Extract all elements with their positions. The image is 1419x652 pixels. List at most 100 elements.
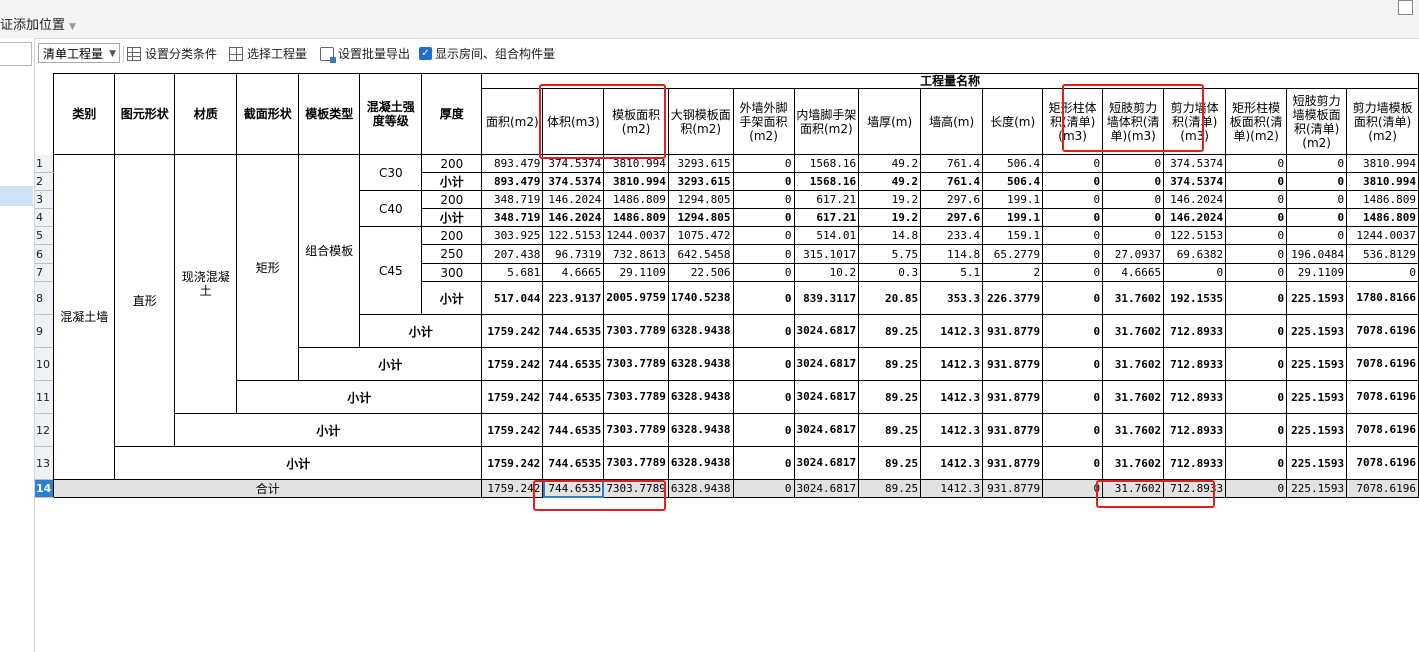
cell-value[interactable]: 617.21	[793, 208, 860, 227]
cell-value[interactable]: 223.9137	[542, 281, 605, 315]
cell-value[interactable]: 7078.6196	[1346, 314, 1419, 348]
cell-value[interactable]: 297.6	[920, 208, 984, 227]
cell-value[interactable]: 5.75	[858, 244, 922, 264]
row-number[interactable]: 3	[35, 190, 54, 209]
cell-value[interactable]: 0	[1042, 314, 1104, 348]
cell-value[interactable]: 0	[732, 190, 795, 209]
cell-value[interactable]: 0	[1042, 208, 1104, 227]
cell-value[interactable]: 225.1593	[1286, 413, 1348, 447]
cell-value[interactable]: 931.8779	[982, 413, 1044, 447]
cell-value[interactable]: 6328.9438	[667, 380, 734, 414]
cell-value[interactable]: 0	[1225, 479, 1288, 498]
cell-grade[interactable]: C30	[359, 154, 423, 191]
cell-value[interactable]: 0	[1286, 154, 1348, 173]
cell-value[interactable]: 0	[1225, 281, 1288, 315]
cell-value[interactable]: 3810.994	[1346, 172, 1419, 191]
cell-value[interactable]: 712.8933	[1163, 479, 1227, 498]
cell-value[interactable]: 514.01	[793, 226, 860, 245]
cell-value[interactable]: 31.7602	[1102, 446, 1165, 480]
cell-value[interactable]: 1740.5238	[667, 281, 734, 315]
cell-value[interactable]: 0	[1225, 314, 1288, 348]
cell-value[interactable]: 0	[1042, 479, 1104, 498]
cell-value[interactable]: 0	[1225, 172, 1288, 191]
cell-thickness-subtotal[interactable]: 小计	[421, 281, 483, 315]
cell-value[interactable]: 159.1	[982, 226, 1044, 245]
cell-value[interactable]: 3024.6817	[793, 347, 860, 381]
cell-value[interactable]: 348.719	[481, 190, 544, 209]
cell-value[interactable]: 146.2024	[542, 208, 605, 227]
cell-value[interactable]: 0	[732, 172, 795, 191]
cell-material[interactable]: 现浇混凝土	[174, 154, 238, 414]
table-row[interactable]: 13 小计 1759.242 744.6535 7303.7789 6328.9438…	[35, 446, 1419, 480]
left-pane-field[interactable]	[0, 42, 32, 66]
cell-value[interactable]: 6328.9438	[667, 347, 734, 381]
cell-value[interactable]: 0	[732, 380, 795, 414]
cell-value[interactable]: 5.681	[481, 263, 544, 282]
cell-value[interactable]: 14.8	[858, 226, 922, 245]
cell-value[interactable]: 617.21	[793, 190, 860, 209]
cell-value[interactable]: 146.2024	[1163, 208, 1227, 227]
cell-value[interactable]: 761.4	[920, 172, 984, 191]
cell-value[interactable]: 4.6665	[542, 263, 605, 282]
cell-value[interactable]: 207.438	[481, 244, 544, 264]
cell-value[interactable]: 6328.9438	[667, 314, 734, 348]
cell-value[interactable]: 1486.809	[603, 208, 669, 227]
row-number[interactable]: 11	[35, 380, 54, 414]
cell-value[interactable]: 225.1593	[1286, 446, 1348, 480]
set-category-button[interactable]: 设置分类条件	[127, 39, 217, 69]
cell-value[interactable]: 1412.3	[920, 314, 984, 348]
cell-value[interactable]: 31.7602	[1102, 281, 1165, 315]
cell-value[interactable]: 225.1593	[1286, 281, 1348, 315]
table-row[interactable]: 12 小计 1759.242 744.6535 7303.7789 6328.9438…	[35, 413, 1419, 447]
select-quantity-button[interactable]: 选择工程量	[229, 39, 307, 69]
table-row-total[interactable]: 14 合计 1759.242 744.6535 7303.7789 6328.9438…	[35, 479, 1419, 498]
cell-value[interactable]: 0	[1102, 172, 1165, 191]
cell-value[interactable]: 49.2	[858, 154, 922, 173]
cell-value[interactable]: 712.8933	[1163, 347, 1227, 381]
cell-value[interactable]: 89.25	[858, 446, 922, 480]
cell-value[interactable]: 3810.994	[603, 154, 669, 173]
cell-thickness[interactable]: 250	[421, 244, 483, 264]
cell-value[interactable]: 3810.994	[603, 172, 669, 191]
cell-value[interactable]: 506.4	[982, 154, 1044, 173]
cell-subtotal[interactable]: 小计	[359, 314, 483, 348]
row-number[interactable]: 12	[35, 413, 54, 447]
cell-value[interactable]: 89.25	[858, 413, 922, 447]
cell-value[interactable]: 19.2	[858, 190, 922, 209]
cell-value[interactable]: 712.8933	[1163, 446, 1227, 480]
cell-value[interactable]: 89.25	[858, 380, 922, 414]
cell-value[interactable]: 6328.9438	[667, 446, 734, 480]
cell-shape[interactable]: 直形	[114, 154, 176, 447]
cell-value[interactable]: 1568.16	[793, 172, 860, 191]
cell-value[interactable]: 0	[1225, 154, 1288, 173]
cell-section[interactable]: 矩形	[236, 154, 300, 381]
row-number[interactable]: 7	[35, 263, 54, 282]
quantity-type-dropdown[interactable]: 清单工程量 ▼	[38, 43, 120, 63]
cell-value[interactable]: 374.5374	[542, 154, 605, 173]
cell-value[interactable]: 7078.6196	[1346, 446, 1419, 480]
cell-value[interactable]: 7303.7789	[603, 446, 669, 480]
cell-value[interactable]: 6328.9438	[667, 479, 734, 498]
cell-value[interactable]: 1412.3	[920, 380, 984, 414]
cell-value[interactable]: 69.6382	[1163, 244, 1227, 264]
cell-value[interactable]: 196.0484	[1286, 244, 1348, 264]
row-number[interactable]: 13	[35, 446, 54, 480]
cell-value[interactable]: 22.506	[667, 263, 734, 282]
cell-value[interactable]: 0	[1346, 263, 1419, 282]
cell-value[interactable]: 0	[1286, 208, 1348, 227]
cell-thickness-subtotal[interactable]: 小计	[421, 208, 483, 227]
cell-value[interactable]: 712.8933	[1163, 380, 1227, 414]
show-rooms-checkbox[interactable]: ✓ 显示房间、组合构件量	[419, 39, 555, 69]
cell-value[interactable]: 7303.7789	[603, 413, 669, 447]
cell-value[interactable]: 3024.6817	[793, 380, 860, 414]
cell-value[interactable]: 199.1	[982, 190, 1044, 209]
cell-subtotal[interactable]: 小计	[174, 413, 483, 447]
cell-value[interactable]: 0	[1225, 380, 1288, 414]
cell-value[interactable]: 192.1535	[1163, 281, 1227, 315]
cell-subtotal[interactable]: 小计	[236, 380, 483, 414]
cell-grade[interactable]: C40	[359, 190, 423, 227]
cell-value[interactable]: 712.8933	[1163, 314, 1227, 348]
cell-value[interactable]: 225.1593	[1286, 380, 1348, 414]
checkbox-checked-icon[interactable]: ✓	[419, 47, 432, 60]
cell-value[interactable]: 7078.6196	[1346, 347, 1419, 381]
